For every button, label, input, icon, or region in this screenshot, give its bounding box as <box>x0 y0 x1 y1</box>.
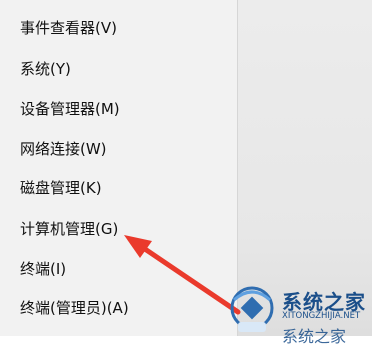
menu-item-computer-management[interactable]: 计算机管理(G) <box>0 210 238 248</box>
menu-item-system[interactable]: 系统(Y) <box>0 50 238 88</box>
menu-item-network-connections[interactable]: 网络连接(W) <box>0 130 238 168</box>
watermark-logo-icon <box>230 286 274 332</box>
menu-item-disk-management[interactable]: 磁盘管理(K) <box>0 169 238 207</box>
menu-item-event-viewer[interactable]: 事件查看器(V) <box>0 9 238 47</box>
watermark: 系统之家 XITONGZHIJIA.NET 系统之家 <box>224 282 372 346</box>
menu-item-terminal-admin[interactable]: 终端(管理员)(A) <box>0 289 238 327</box>
watermark-extra: 系统之家 <box>282 327 347 346</box>
menu-item-device-manager[interactable]: 设备管理器(M) <box>0 90 238 128</box>
menu-item-terminal[interactable]: 终端(I) <box>0 250 238 288</box>
watermark-domain: XITONGZHIJIA.NET <box>282 311 361 321</box>
context-menu: 事件查看器(V) 系统(Y) 设备管理器(M) 网络连接(W) 磁盘管理(K) … <box>0 0 238 336</box>
